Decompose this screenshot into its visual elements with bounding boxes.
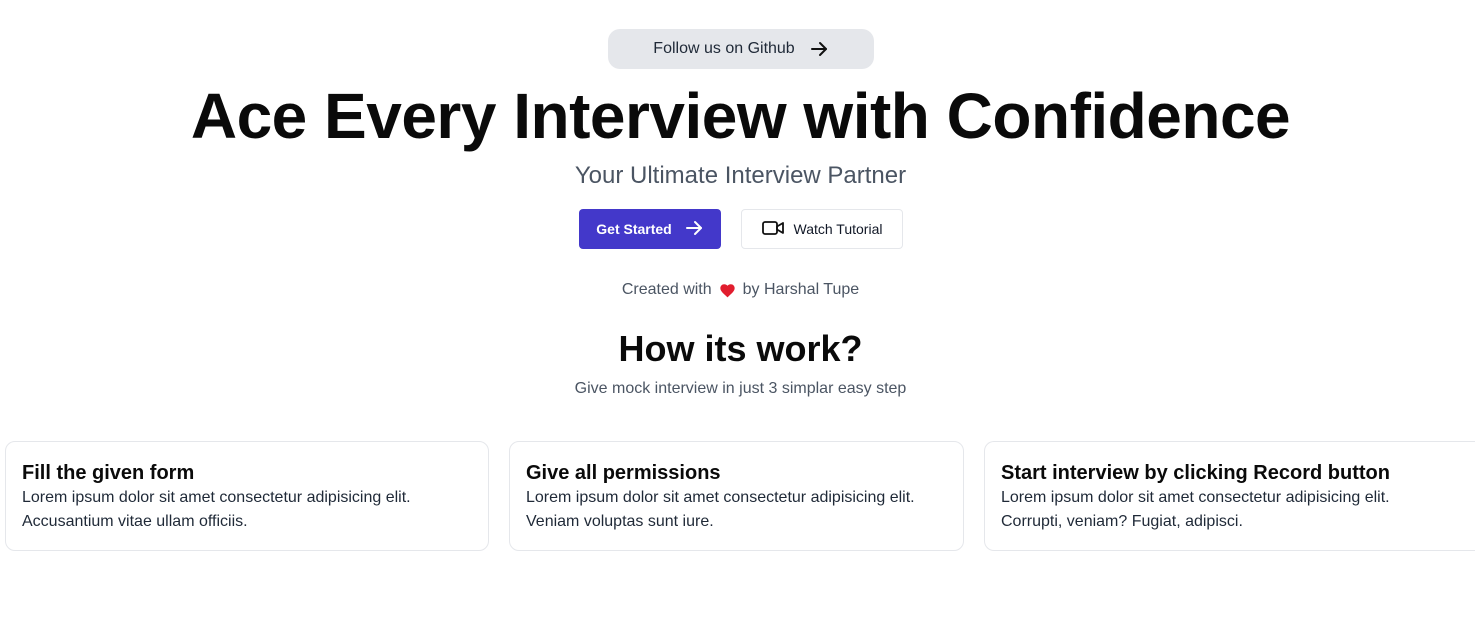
step-description-line: Accusantium vitae ullam officiis.	[22, 513, 248, 530]
step-card: Start interview by clicking Record butto…	[984, 441, 1475, 551]
how-it-works-subtitle: Give mock interview in just 3 simplar ea…	[574, 380, 907, 397]
arrow-right-icon	[809, 39, 829, 59]
step-card: Fill the given form Lorem ipsum dolor si…	[5, 441, 489, 551]
how-it-works-title: How its work?	[618, 328, 863, 369]
video-camera-icon	[761, 220, 784, 239]
github-follow-link[interactable]: Follow us on Github	[608, 29, 874, 69]
credit-line: Created with by Harshal Tupe	[0, 279, 1475, 301]
get-started-label: Get Started	[596, 221, 672, 237]
step-title: Fill the given form	[22, 462, 195, 484]
hero-title: Ace Every Interview with Confidence	[190, 80, 1291, 152]
get-started-button[interactable]: Get Started	[579, 209, 721, 249]
arrow-right-icon	[684, 218, 704, 241]
step-description-line: Lorem ipsum dolor sit amet consectetur a…	[1001, 489, 1390, 506]
heart-icon	[719, 283, 736, 298]
watch-tutorial-label: Watch Tutorial	[793, 221, 883, 237]
step-description-line: Lorem ipsum dolor sit amet consectetur a…	[22, 489, 411, 506]
step-description-line: Veniam voluptas sunt iure.	[526, 513, 714, 530]
step-title: Start interview by clicking Record butto…	[1001, 462, 1390, 484]
step-title: Give all permissions	[526, 462, 721, 484]
credit-prefix: Created with	[621, 281, 712, 298]
watch-tutorial-button[interactable]: Watch Tutorial	[741, 209, 903, 249]
credit-suffix: by Harshal Tupe	[742, 281, 860, 298]
github-follow-label: Follow us on Github	[653, 40, 795, 57]
step-description-line: Lorem ipsum dolor sit amet consectetur a…	[526, 489, 915, 506]
step-description-line: Corrupti, veniam? Fugiat, adipisci.	[1001, 513, 1243, 530]
landing-page: Follow us on Github Ace Every Interview …	[0, 0, 1475, 637]
step-card: Give all permissions Lorem ipsum dolor s…	[509, 441, 964, 551]
hero-subtitle: Your Ultimate Interview Partner	[574, 162, 907, 189]
